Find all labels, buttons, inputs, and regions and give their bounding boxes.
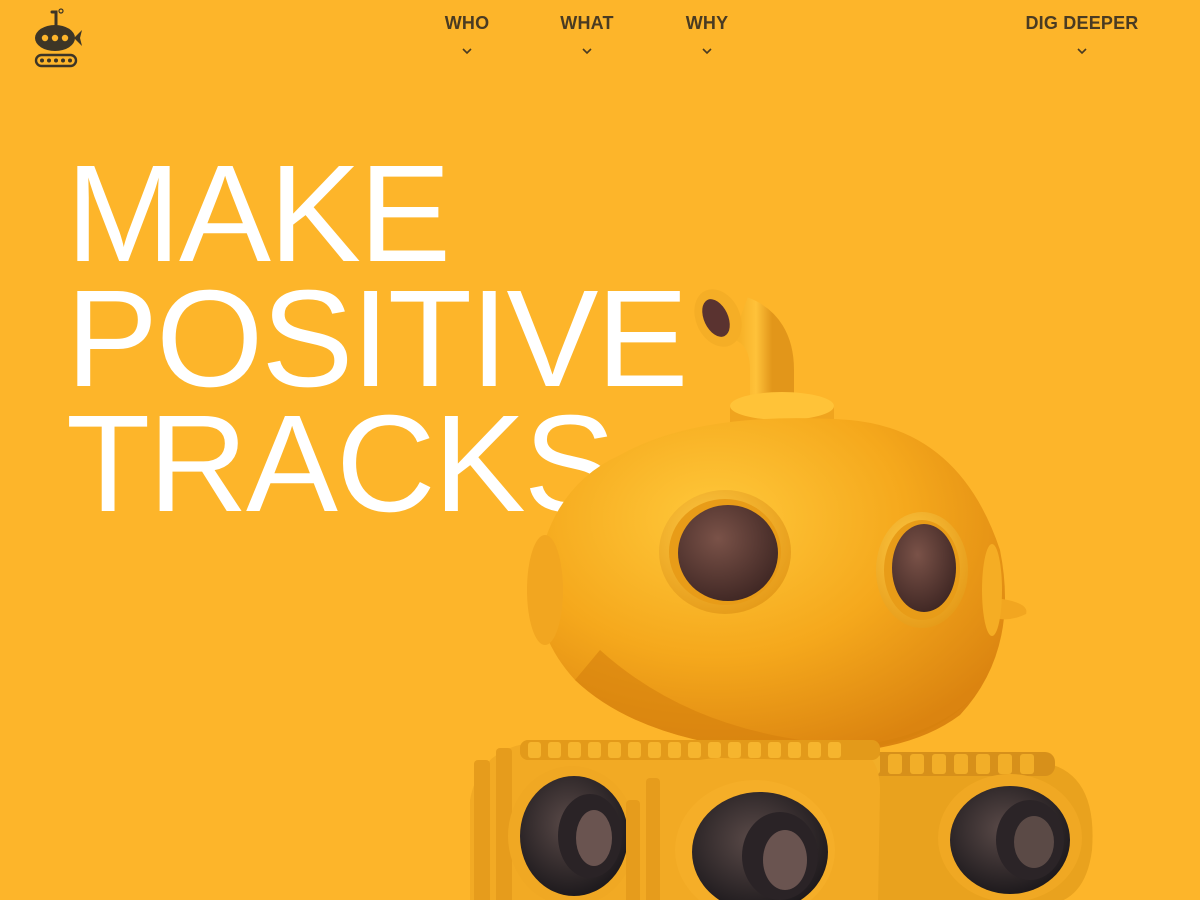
home-logo-link[interactable] [30, 6, 86, 70]
nav-who[interactable]: WHO [436, 12, 498, 56]
nav-dig-deeper-label: DIG DEEPER [1025, 13, 1139, 33]
nav-what-label: WHAT [560, 13, 614, 33]
submarine-robot-illustration [470, 289, 1093, 900]
nav-dig-deeper[interactable]: DIG DEEPER [1018, 12, 1146, 56]
nav-what[interactable]: WHAT [552, 12, 622, 56]
front-track [470, 740, 880, 900]
submarine-body [527, 289, 1027, 754]
chevron-down-icon [1077, 48, 1087, 55]
nav-why[interactable]: WHY [677, 12, 737, 56]
chevron-down-icon [702, 48, 712, 55]
chevron-down-icon [462, 48, 472, 55]
nav-who-label: WHO [444, 13, 490, 33]
submarine-logo-icon [34, 8, 82, 68]
nav-why-label: WHY [685, 13, 729, 33]
chevron-down-icon [582, 48, 592, 55]
headline-line-1: MAKE [66, 137, 451, 291]
